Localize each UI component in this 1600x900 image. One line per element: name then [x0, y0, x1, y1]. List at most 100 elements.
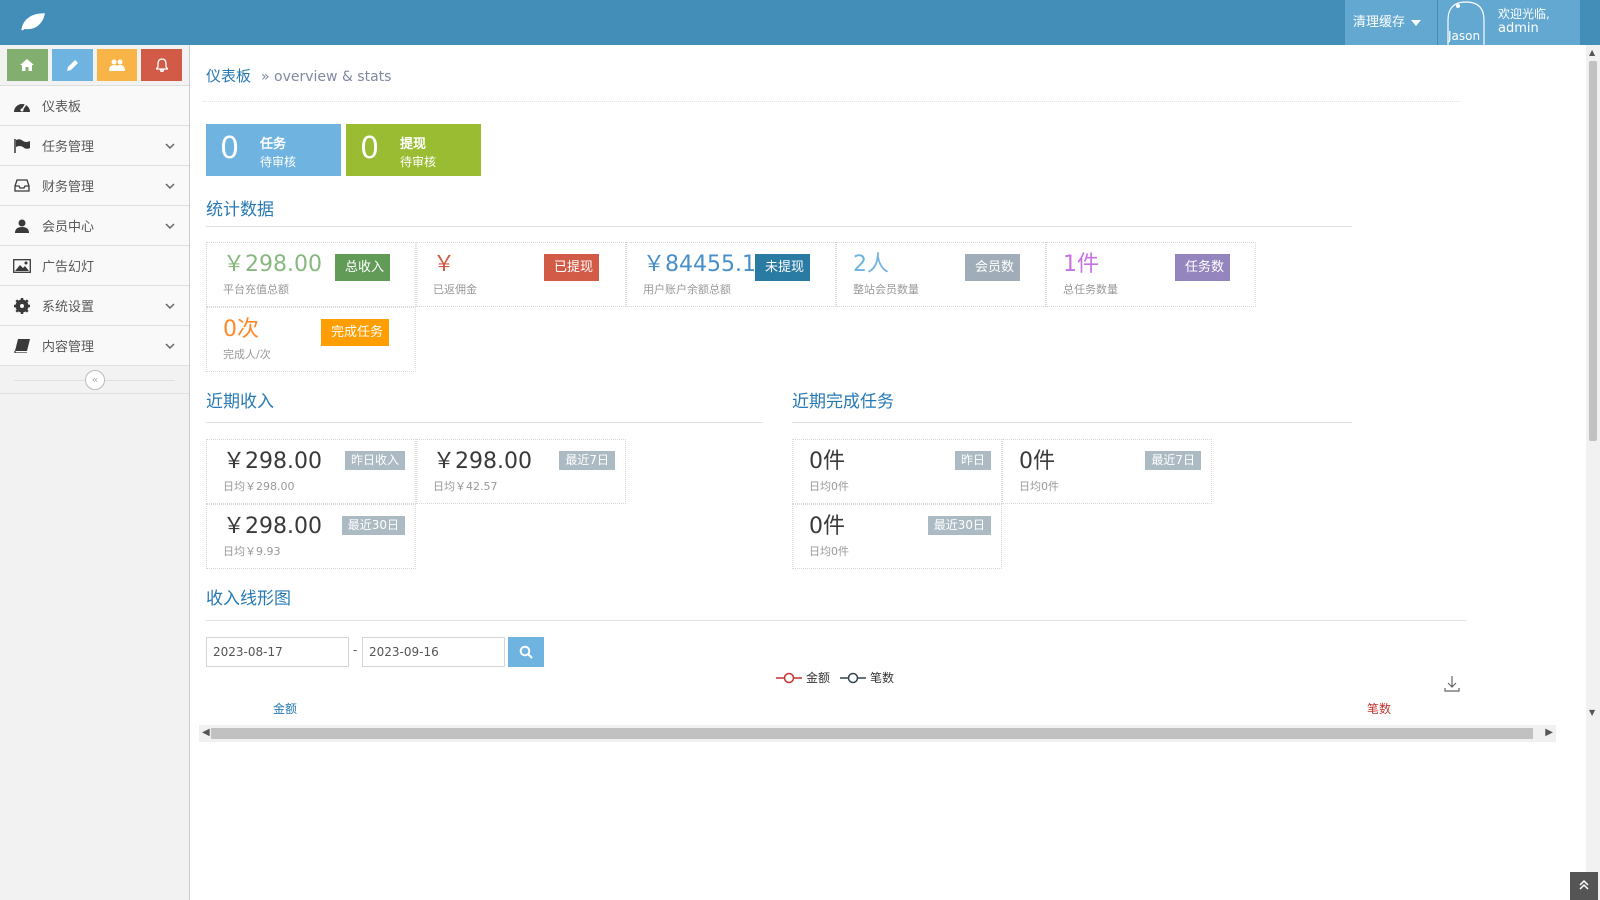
recent-label: 日均0件 — [1019, 480, 1059, 493]
breadcrumb: 仪表板 » overview & stats — [206, 65, 391, 86]
scroll-right-icon[interactable]: ▶ — [1545, 727, 1553, 738]
infobox-subtitle: 待审核 — [260, 155, 297, 169]
sidebar-item-system-settings[interactable]: 系统设置 — [0, 286, 189, 326]
stat-label: 已返佣金 — [433, 283, 477, 296]
recent-tasks-7d: 0件 日均0件 最近7日 — [1002, 439, 1212, 504]
legend-label: 金额 — [806, 671, 831, 685]
page-title: 仪表板 — [206, 67, 252, 85]
chevron-down-icon — [165, 299, 175, 314]
y-axis-left-label: 金额 — [273, 702, 298, 716]
flag-icon — [12, 138, 32, 154]
recent-label: 日均￥298.00 — [223, 480, 295, 493]
navbar: 清理缓存 Jason 欢迎光临, admin — [0, 0, 1600, 45]
pending-infoboxes: 0 任务 待审核 0 提现 待审核 — [206, 124, 481, 176]
recent-income-7d: ￥298.00 日均￥42.57 最近7日 — [416, 439, 626, 504]
chevron-down-icon — [165, 139, 175, 154]
stat-label: 用户账户余额总额 — [643, 283, 731, 296]
stat-value: ￥ — [433, 252, 456, 277]
users-shortcut-button[interactable] — [96, 49, 138, 81]
scrollbar-thumb[interactable] — [211, 728, 1533, 739]
scroll-up-icon[interactable]: ▲ — [1589, 48, 1595, 57]
recent-value: ￥298.00 — [223, 449, 322, 474]
legend-item-amount[interactable]: 金额 — [776, 669, 830, 686]
infobox-title: 提现 — [400, 137, 427, 152]
sidebar-item-dashboard[interactable]: 仪表板 — [0, 86, 189, 126]
infobox-count: 0 — [360, 131, 380, 166]
chart-legend: 金额 笔数 — [776, 669, 894, 686]
pencil-icon — [66, 59, 78, 71]
stat-member-count: 2人 整站会员数量 会员数 — [836, 242, 1046, 307]
horizontal-scrollbar[interactable]: ◀ ▶ — [199, 725, 1556, 742]
user-menu[interactable]: Jason 欢迎光临, admin — [1438, 0, 1580, 45]
back-to-top-button[interactable] — [1570, 872, 1598, 900]
recent-income-title: 近期收入 — [206, 392, 274, 412]
date-separator: - — [353, 643, 358, 657]
sidebar-item-content-management[interactable]: 内容管理 — [0, 326, 189, 366]
search-icon — [519, 645, 533, 659]
infobox-title: 任务 — [260, 137, 287, 152]
dashboard-icon — [12, 98, 32, 114]
sidebar-item-label: 财务管理 — [42, 180, 95, 195]
chevron-down-icon — [165, 179, 175, 194]
stat-value: 0次 — [223, 317, 259, 342]
bell-shortcut-button[interactable] — [141, 49, 182, 81]
home-shortcut-button[interactable] — [7, 49, 48, 81]
bell-icon — [155, 58, 168, 72]
stat-label: 整站会员数量 — [853, 283, 919, 296]
sidebar-collapse: « — [0, 366, 189, 394]
shortcut-buttons — [0, 45, 189, 86]
date-to-input[interactable] — [362, 637, 505, 667]
stat-value: 2人 — [853, 252, 889, 277]
sidebar-item-finance-management[interactable]: 财务管理 — [0, 166, 189, 206]
clear-cache-dropdown[interactable]: 清理缓存 — [1345, 0, 1437, 45]
home-icon — [20, 59, 35, 71]
recent-value: ￥298.00 — [223, 514, 322, 539]
stat-task-count: 1件 总任务数量 任务数 — [1046, 242, 1256, 307]
stat-completed: 0次 完成人/次 完成任务 — [206, 307, 416, 372]
sidebar-item-task-management[interactable]: 任务管理 — [0, 126, 189, 166]
scroll-down-icon[interactable]: ▼ — [1589, 708, 1595, 717]
stat-value: 1件 — [1063, 252, 1099, 277]
income-chart-title: 收入线形图 — [206, 589, 291, 609]
scroll-left-icon[interactable]: ◀ — [202, 727, 210, 738]
users-icon — [108, 59, 125, 71]
sidebar-item-label: 广告幻灯 — [42, 260, 95, 275]
search-button[interactable] — [508, 637, 544, 667]
y-axis-right-label: 笔数 — [1367, 702, 1392, 716]
recent-label: 日均￥9.93 — [223, 545, 281, 558]
double-chevron-up-icon — [1579, 879, 1589, 890]
recent-tasks-title: 近期完成任务 — [792, 392, 894, 412]
recent-tag: 昨日 — [954, 451, 991, 470]
date-from-input[interactable] — [206, 637, 349, 667]
legend-label: 笔数 — [870, 671, 895, 685]
scrollbar-thumb[interactable] — [1589, 61, 1597, 441]
leaf-logo-icon[interactable] — [18, 10, 48, 34]
sidebar-item-ad-slides[interactable]: 广告幻灯 — [0, 246, 189, 286]
infobox-count: 0 — [220, 131, 240, 166]
stats-section-title: 统计数据 — [206, 200, 274, 220]
stat-tag: 未提现 — [755, 254, 811, 281]
cog-icon — [12, 297, 32, 314]
vertical-scrollbar[interactable]: ▲ ▼ — [1586, 45, 1600, 900]
pending-task-infobox[interactable]: 0 任务 待审核 — [206, 124, 341, 176]
sidebar: 仪表板 任务管理 财务管理 会员中心 广告幻灯 系统设置 内容管理 « — [0, 45, 190, 900]
caret-down-icon — [1411, 19, 1422, 26]
recent-tasks-30d: 0件 日均0件 最近30日 — [792, 504, 1002, 569]
download-icon[interactable] — [1443, 675, 1461, 697]
page-subtitle: » overview & stats — [261, 69, 392, 85]
stat-user-balance: ￥84455.11 用户账户余额总额 未提现 — [626, 242, 836, 307]
sidebar-item-member-center[interactable]: 会员中心 — [0, 206, 189, 246]
avatar-text: Jason — [1448, 29, 1481, 43]
stat-tag: 总收入 — [335, 254, 391, 281]
sidebar-item-label: 任务管理 — [42, 140, 95, 155]
stat-label: 完成人/次 — [223, 348, 271, 361]
pencil-shortcut-button[interactable] — [51, 49, 93, 81]
stat-tag: 完成任务 — [321, 319, 390, 346]
recent-label: 日均0件 — [809, 480, 849, 493]
pending-withdraw-infobox[interactable]: 0 提现 待审核 — [346, 124, 481, 176]
legend-item-count[interactable]: 笔数 — [840, 669, 894, 686]
stat-label: 平台充值总额 — [223, 283, 289, 296]
user-icon — [12, 218, 32, 234]
stat-tag: 已提现 — [544, 254, 600, 281]
collapse-sidebar-button[interactable]: « — [85, 370, 105, 390]
